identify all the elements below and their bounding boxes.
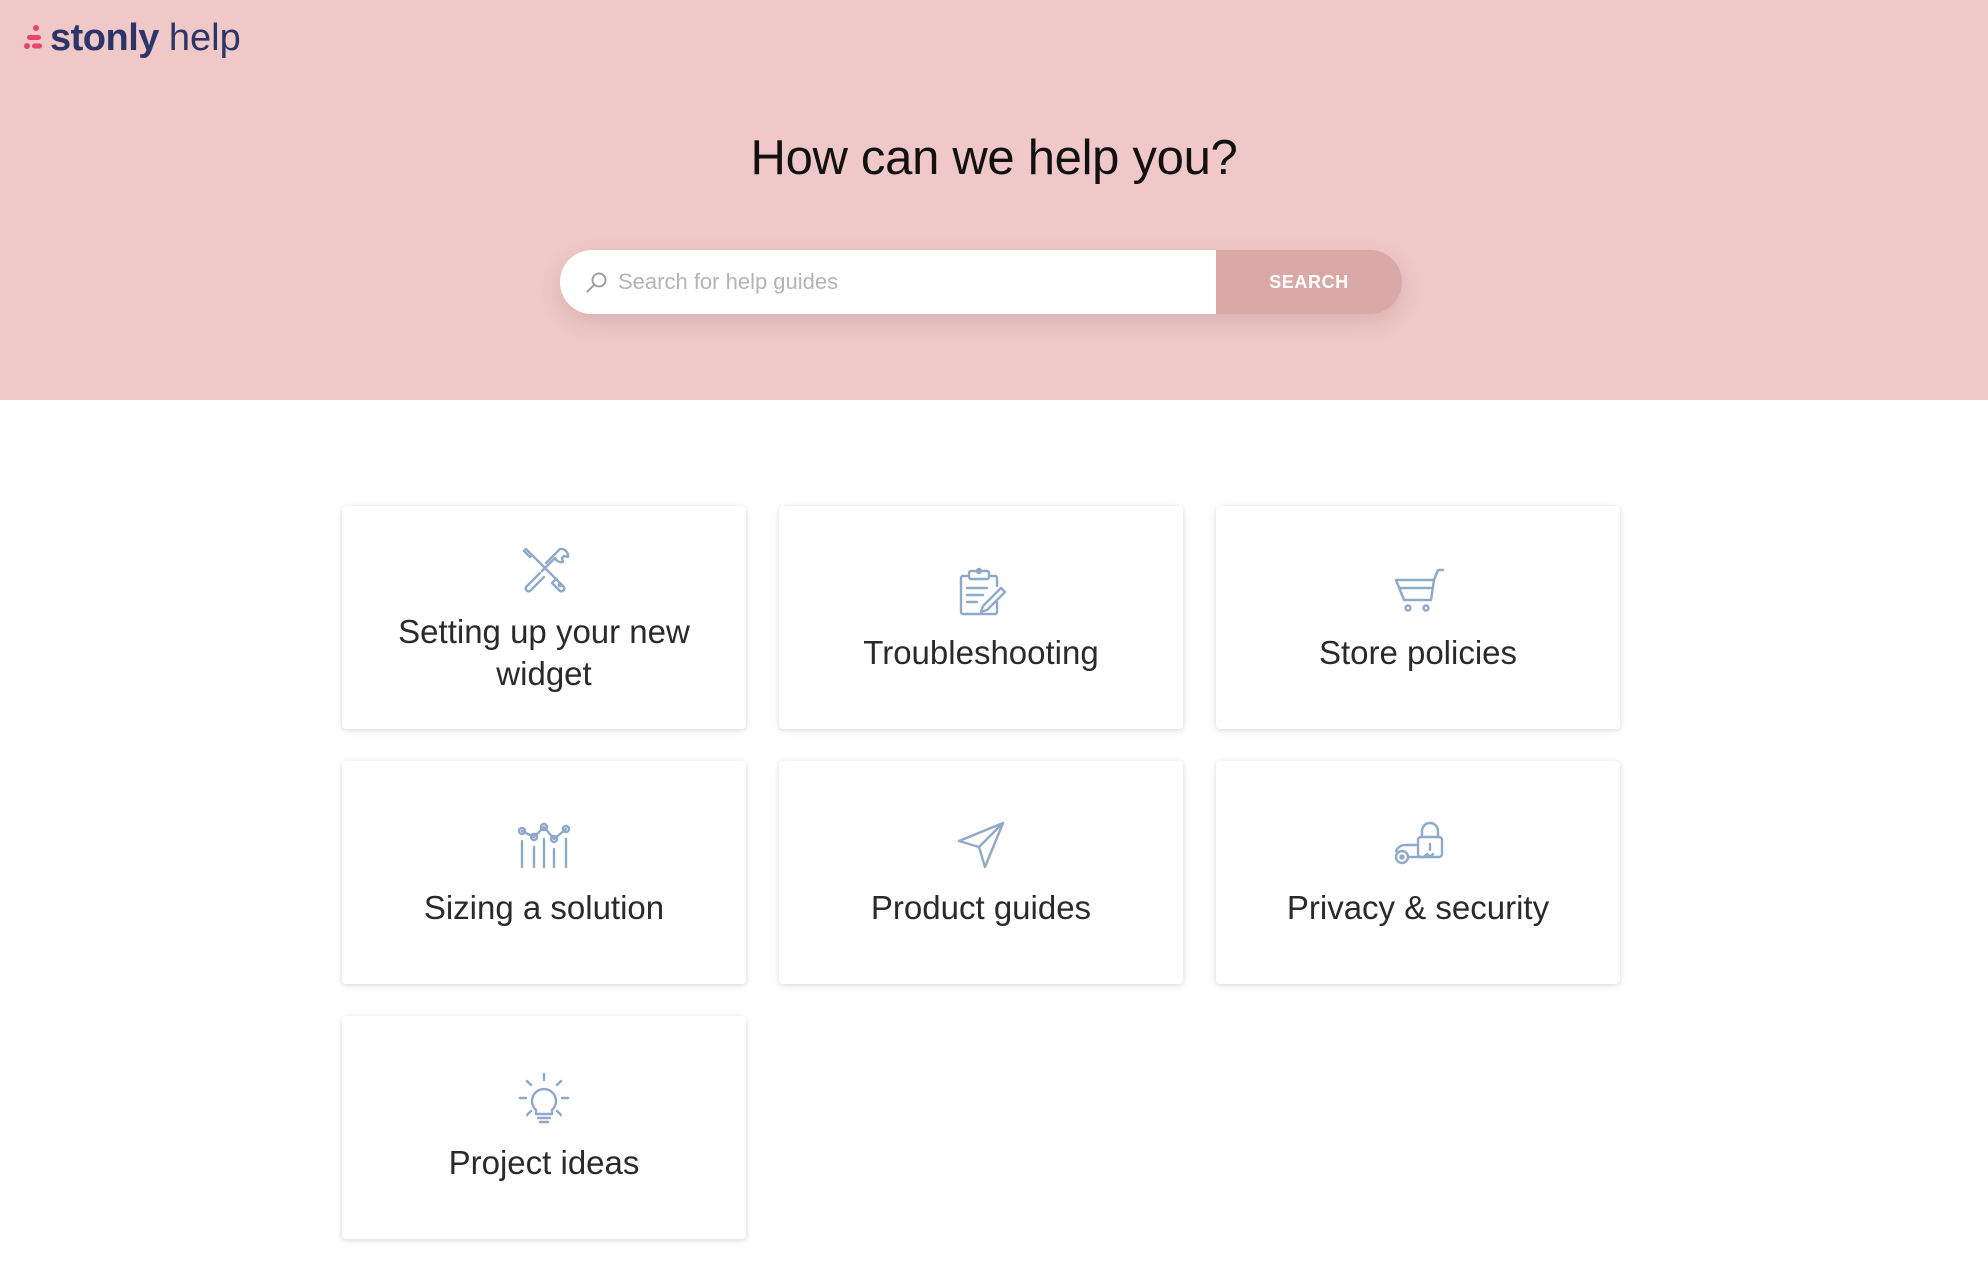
category-label: Sizing a solution [423,888,665,926]
category-card-privacy[interactable]: Privacy & security [1216,761,1620,984]
category-card-project-ideas[interactable]: Project ideas [342,1016,746,1239]
category-label: Setting up your new widget [398,612,690,692]
category-card-sizing[interactable]: Sizing a solution [342,761,746,984]
lock-key-icon [1394,821,1444,864]
category-card-troubleshooting[interactable]: Troubleshooting [779,506,1183,729]
lightbulb-icon [518,1072,570,1123]
category-card-store-policies[interactable]: Store policies [1216,506,1620,729]
category-grid: Setting up your new widget Troubleshooti… [342,506,1620,1239]
search-input[interactable] [618,250,1216,314]
category-card-setting-up[interactable]: Setting up your new widget [342,506,746,729]
search-bar: SEARCH [560,250,1402,314]
chart-sliders-icon [517,822,571,868]
search-field-container [560,250,1216,314]
stonly-logo-icon [24,25,42,49]
page-title: How can we help you? [750,131,1238,185]
hero-banner: stonly help How can we help you? SEARCH [0,0,1988,400]
navigation-arrow-icon [957,821,1005,868]
category-label: Privacy & security [1286,888,1550,926]
clipboard-edit-icon [959,567,1007,615]
category-card-product-guides[interactable]: Product guides [779,761,1183,984]
search-icon [586,272,607,293]
category-label: Product guides [870,888,1092,926]
tools-icon [522,547,570,592]
search-button[interactable]: SEARCH [1216,250,1402,314]
category-label: Store policies [1318,633,1518,671]
shopping-cart-icon [1394,568,1445,612]
logo-help-label: help [168,17,241,59]
category-label: Project ideas [448,1143,640,1181]
logo-wordmark: stonly [50,17,159,59]
category-label: Troubleshooting [863,633,1099,671]
stonly-help-logo[interactable]: stonly help [22,14,241,62]
